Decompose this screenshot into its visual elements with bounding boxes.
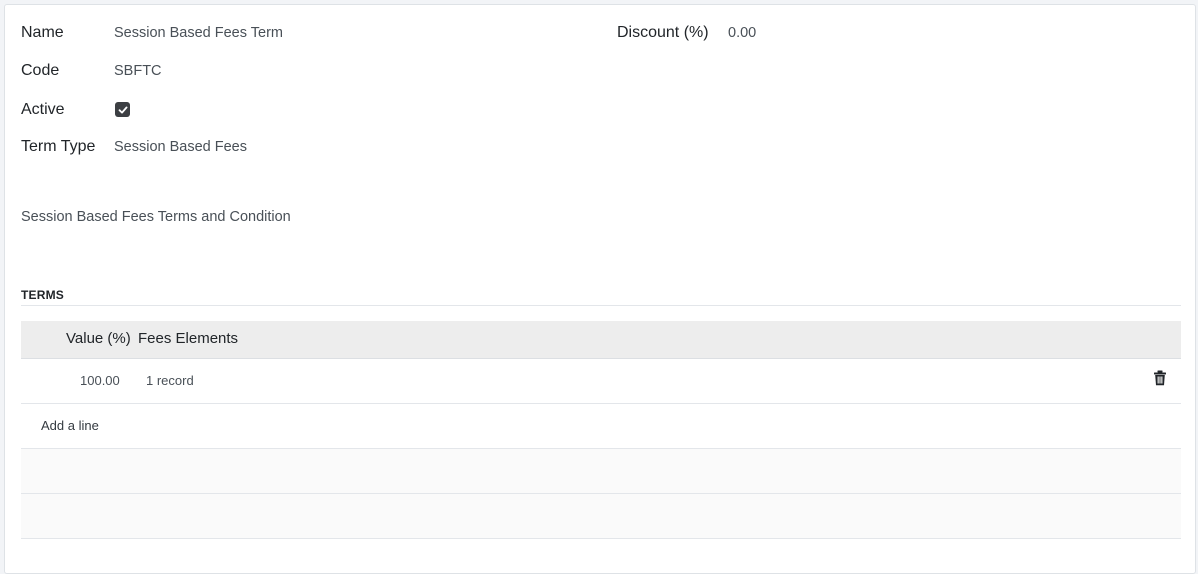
add-line-link[interactable]: Add a line (41, 418, 99, 433)
terms-section-title: TERMS (21, 288, 64, 302)
name-label: Name (21, 24, 64, 41)
name-value[interactable]: Session Based Fees Term (114, 25, 283, 41)
active-label: Active (21, 101, 65, 118)
section-divider (21, 305, 1181, 306)
trash-icon[interactable] (1153, 370, 1167, 386)
table-row[interactable]: 100.00 1 record (21, 359, 1181, 404)
active-checkbox[interactable] (115, 102, 130, 117)
discount-label: Discount (%) (617, 24, 709, 41)
add-line-row: Add a line (21, 404, 1181, 449)
terms-table: Value (%) Fees Elements 100.00 1 record … (21, 321, 1181, 539)
terms-conditions-text[interactable]: Session Based Fees Terms and Condition (21, 209, 291, 225)
form-sheet: Name Session Based Fees Term Discount (%… (4, 4, 1196, 574)
discount-value[interactable]: 0.00 (728, 25, 756, 41)
code-value[interactable]: SBFTC (114, 63, 162, 79)
empty-row (21, 494, 1181, 539)
cell-value[interactable]: 100.00 (80, 373, 120, 388)
column-header-value[interactable]: Value (%) (66, 330, 131, 347)
empty-row (21, 449, 1181, 494)
code-label: Code (21, 62, 60, 79)
term-type-label: Term Type (21, 138, 96, 155)
column-header-fees-elements[interactable]: Fees Elements (138, 330, 238, 347)
cell-fees-elements[interactable]: 1 record (146, 373, 194, 388)
term-type-value[interactable]: Session Based Fees (114, 139, 247, 155)
table-header: Value (%) Fees Elements (21, 321, 1181, 359)
checkmark-icon (118, 106, 127, 113)
